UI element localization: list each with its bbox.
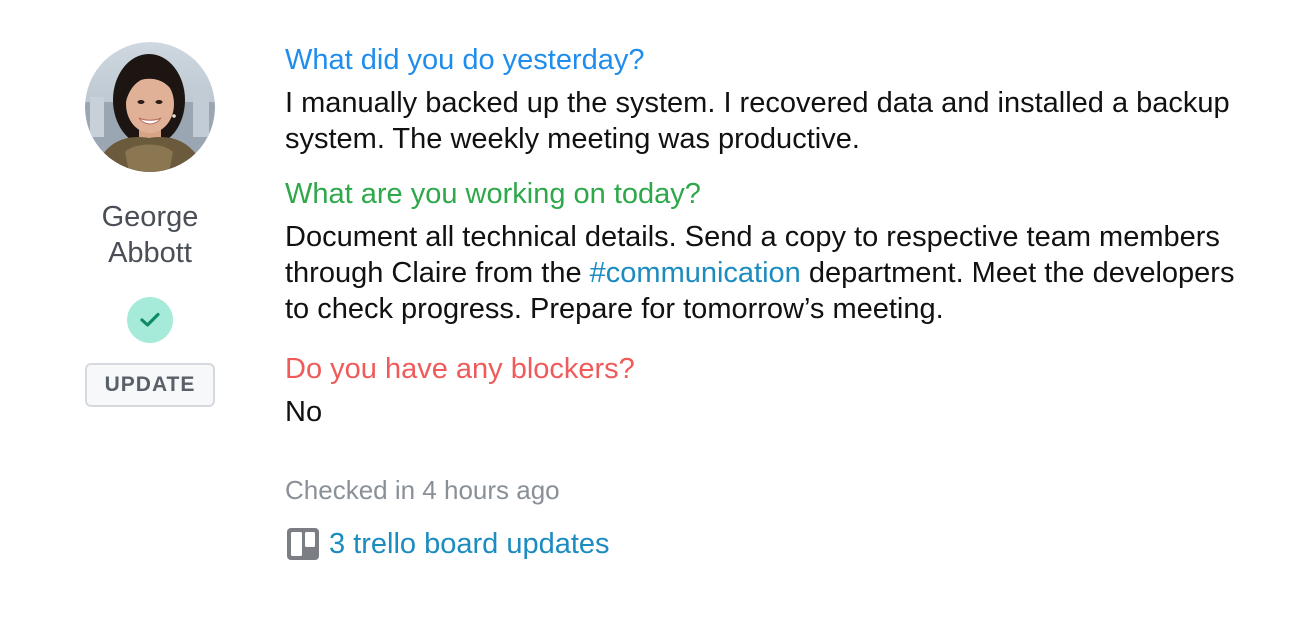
trello-updates-link[interactable]: 3 trello board updates <box>285 526 1245 562</box>
question-blockers: Do you have any blockers? <box>285 353 635 385</box>
avatar <box>85 42 215 172</box>
check-icon <box>140 312 160 327</box>
user-name: George Abbott <box>101 201 199 269</box>
question-today: What are you working on today? <box>285 178 701 210</box>
trello-updates-label[interactable]: 3 trello board updates <box>329 528 610 561</box>
user-panel: George Abbott UPDATE <box>70 42 230 407</box>
question-yesterday: What did you do yesterday? <box>285 44 645 76</box>
trello-icon <box>287 528 319 560</box>
answer-yesterday: I manually backed up the system. I recov… <box>285 87 1230 155</box>
standup-answers: What did you do yesterday? I manually ba… <box>285 42 1245 562</box>
checked-in-timestamp: Checked in 4 hours ago <box>285 475 560 505</box>
answer-today: Document all technical details. Send a c… <box>285 219 1245 327</box>
hashtag-communication-link[interactable]: #communication <box>590 257 801 289</box>
update-button[interactable]: UPDATE <box>85 363 215 407</box>
status-badge <box>127 297 173 343</box>
answer-blockers: No <box>285 396 323 428</box>
